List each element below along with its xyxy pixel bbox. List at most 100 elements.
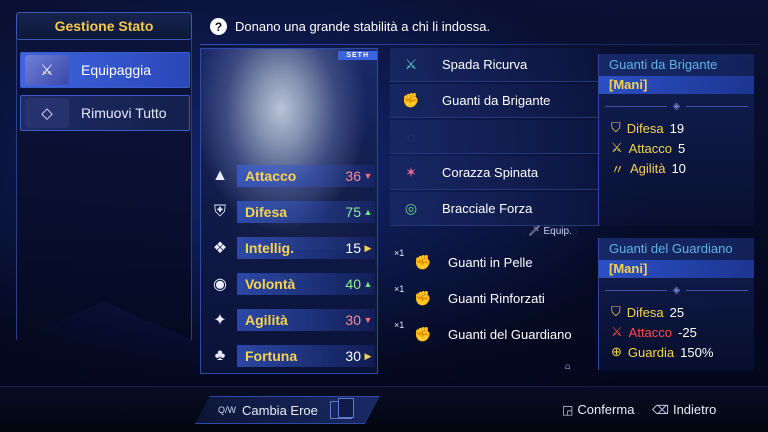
hint-text: Donano una grande stabilità a chi li ind… [235,19,491,34]
stat-value: 30 [345,348,361,364]
slot-item-name: Corazza Spinata [442,165,539,180]
inventory-item-name: Guanti Rinforzati [448,290,545,306]
stat-change-arrow-icon: ▶ [364,242,372,253]
stat-change-arrow-icon: ▲ [363,279,373,289]
stat-icon: ⛉ [611,120,621,135]
character-panel: SETH ▲ Attacco 36 ▼ ⛨ Difesa 75 ▲ ❖ Intellig. 15 ▶ ◉… [200,48,378,374]
current-item-name: Guanti da Brigante [599,54,754,76]
item-stat: 〃 Agilità 10 [599,158,754,178]
stat-row: ▲ Attacco 36 ▼ [207,161,375,191]
stat-change-arrow-icon: ▶ [364,350,372,361]
stat-name: Attacco [245,168,297,184]
item-stat-label: Attacco [628,324,673,340]
item-quantity: ×1 [394,248,405,258]
item-stat: ⛉ Difesa 19 [599,118,754,138]
current-item-slot: [Mani] [599,76,754,94]
slot-item-name: Guanti da Brigante [442,93,551,108]
item-stat-value: 150% [680,344,714,360]
back-label: Indietro [672,402,717,417]
item-stat-value: 19 [669,120,685,136]
stat-row: ⛨ Difesa 75 ▲ [207,197,375,227]
ornament-divider: ◈ [599,94,754,118]
item-quantity: ×1 [394,320,405,330]
stat-row: ♣ Fortuna 30 ▶ [207,341,375,371]
equipment-slot[interactable]: ◎ Bracciale Forza [390,192,600,226]
equipment-slot[interactable]: ⚔ Spada Ricurva [390,48,600,82]
glove-icon: ✊ [414,289,432,306]
compare-item-slot: [Mani] [599,260,754,278]
stat-name: Intellig. [245,240,294,256]
inventory-item[interactable]: ×1 ✊ Guanti in Pelle [390,244,600,280]
will-icon: ◉ [213,276,227,293]
item-stat: ⊕ Guardia 150% [599,342,754,362]
stat-icon: ⊕ [611,344,622,359]
equipped-tag: 🗡 Equip. [522,226,578,237]
back-button[interactable]: ⌫ Indietro [652,402,716,417]
stat-row: ✦ Agilità 30 ▼ [207,305,375,335]
item-stat-label: Guardia [627,344,675,360]
key-hint: Q/W [218,405,236,415]
item-stat: ⛉ Difesa 25 [599,302,754,322]
stat-value: 30 [345,312,361,328]
stat-name: Difesa [245,204,288,220]
intelligence-icon: ❖ [212,240,228,257]
inventory-item[interactable]: ×1 ✊ Guanti Rinforzati [390,280,600,316]
remove-all-button-label: Rimuovi Tutto [81,105,167,121]
menu-title: Gestione Stato [16,12,192,40]
inventory-list: ×1 ✊ Guanti in Pelle ×1 ✊ Guanti Rinforzati ×1… [390,244,602,372]
current-item-detail: Guanti da Brigante [Mani] ◈ ⛉ Difesa 19 ⚔ At… [598,54,754,226]
inventory-item[interactable]: ×1 ✊ Guanti del Guardiano [390,316,600,352]
stat-value: 75 [345,204,361,220]
back-icon: ⌫ [652,402,669,417]
remove-all-button[interactable]: ◇ Rimuovi Tutto [20,95,190,131]
stat-value: 15 [345,240,361,256]
stat-change-arrow-icon: ▼ [363,315,373,325]
ornament-divider: ◈ [599,278,754,302]
slot-item-name: Spada Ricurva [442,57,528,72]
luck-icon: ♣ [214,347,226,364]
defense-icon: ⛨ [213,203,226,220]
item-stat: ⚔ Attacco -25 [599,322,754,342]
confirm-label: Conferma [577,402,635,417]
item-quantity: ×1 [394,284,405,294]
equipment-slot[interactable]: ◌ [390,120,600,154]
confirm-icon: ◲ [562,402,574,417]
equipment-slot[interactable]: ✶ Corazza Spinata [390,156,600,190]
stat-name: Agilità [245,312,288,328]
glove-icon: ✊ [414,325,432,342]
change-hero-label: Cambia Eroe [242,402,318,418]
divider [200,44,760,45]
item-stat-value: -25 [678,324,697,340]
question-icon: ? [210,18,227,35]
scroll-down-indicator[interactable]: ⩍ [565,362,570,372]
equip-button-label: Equipaggia [81,62,152,78]
inventory-item-name: Guanti del Guardiano [448,326,572,342]
stat-row: ◉ Volontà 40 ▲ [207,269,375,299]
stat-icon: ⚔ [611,140,623,155]
item-stat-label: Difesa [626,120,664,136]
character-name-tag: SETH [338,51,377,60]
confirm-button[interactable]: ◲ Conferma [562,402,634,417]
item-icon: ◎ [404,200,418,216]
diamond-icon: ◇ [25,98,69,128]
item-stat: ⚔ Attacco 5 [599,138,754,158]
item-icon: ✊ [402,92,420,108]
sword-icon: ⚔ [25,55,69,85]
compare-item-name: Guanti del Guardiano [599,238,754,260]
inventory-item-name: Guanti in Pelle [448,254,533,270]
item-stat-value: 5 [678,140,686,156]
slot-item-name: Bracciale Forza [442,201,533,216]
item-stat-label: Attacco [628,140,673,156]
equip-button[interactable]: ⚔ Equipaggia [20,52,190,88]
attack-icon: ▲ [212,167,228,184]
cards-icon [329,398,354,419]
stat-change-arrow-icon: ▼ [363,171,373,181]
item-stat-value: 25 [669,304,685,320]
change-hero-button[interactable]: Q/W Cambia Eroe [195,396,380,424]
equipment-slot[interactable]: ✊ Guanti da Brigante [390,84,600,118]
stat-change-arrow-icon: ▲ [363,207,373,217]
description-hint: ? Donano una grande stabilità a chi li i… [210,18,490,35]
stat-icon: ⚔ [611,324,623,339]
item-stat-label: Agilità [630,160,666,176]
agility-icon: ✦ [213,312,227,329]
